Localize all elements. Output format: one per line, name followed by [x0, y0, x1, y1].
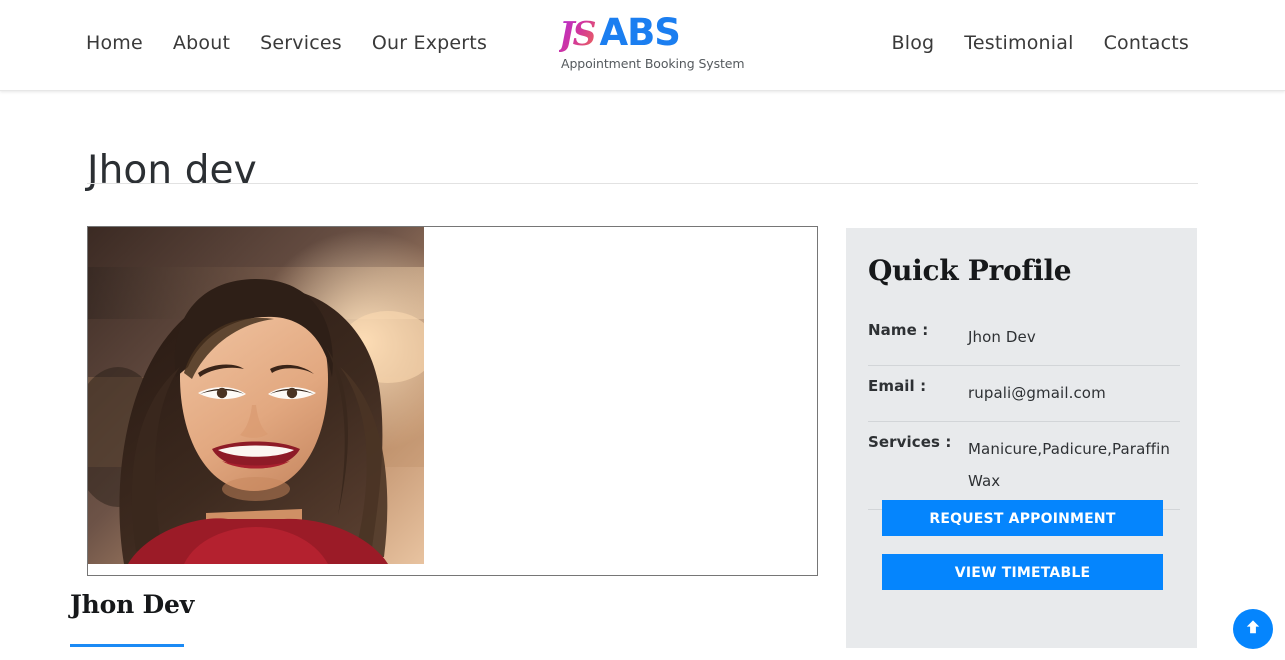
quick-profile-sidebar: Quick Profile Name : Jhon Dev Email : ru…: [846, 228, 1197, 648]
view-timetable-button[interactable]: VIEW TIMETABLE: [882, 554, 1163, 590]
logo-abs-text: ABS: [599, 11, 680, 54]
nav-item-services[interactable]: Services: [260, 32, 342, 54]
profile-row-name: Name : Jhon Dev: [868, 310, 1180, 366]
site-header: Home About Services Our Experts JS ABS A…: [0, 0, 1285, 91]
scroll-to-top-button[interactable]: [1233, 609, 1273, 649]
logo-wordmark: JS ABS: [559, 11, 681, 54]
title-divider: [87, 183, 1198, 184]
nav-item-our-experts[interactable]: Our Experts: [372, 32, 487, 54]
primary-nav-left: Home About Services Our Experts: [86, 32, 487, 54]
nav-item-testimonial[interactable]: Testimonial: [964, 32, 1073, 54]
arrow-up-icon: [1243, 617, 1263, 641]
logo-tagline: Appointment Booking System: [561, 56, 745, 71]
expert-name: Jhon Dev: [70, 590, 195, 619]
quick-profile-table: Name : Jhon Dev Email : rupali@gmail.com…: [868, 310, 1180, 510]
expert-photo: [88, 227, 424, 564]
nav-item-contacts[interactable]: Contacts: [1104, 32, 1189, 54]
profile-row-services: Services : Manicure,Padicure,Paraffin Wa…: [868, 422, 1180, 510]
profile-row-email: Email : rupali@gmail.com: [868, 366, 1180, 422]
profile-value-name: Jhon Dev: [968, 328, 1036, 346]
nav-item-home[interactable]: Home: [86, 32, 143, 54]
profile-value-email: rupali@gmail.com: [968, 384, 1106, 402]
page-title: Jhon dev: [87, 148, 257, 194]
quick-profile-actions: REQUEST APPOINMENT VIEW TIMETABLE: [882, 500, 1163, 590]
profile-label-services: Services :: [868, 433, 952, 451]
profile-label-name: Name :: [868, 321, 929, 339]
expert-photo-panel: [87, 226, 818, 576]
primary-nav-right: Blog Testimonial Contacts: [891, 32, 1189, 54]
request-appointment-button[interactable]: REQUEST APPOINMENT: [882, 500, 1163, 536]
expert-name-underline: [70, 644, 184, 647]
profile-label-email: Email :: [868, 377, 927, 395]
profile-value-services: Manicure,Padicure,Paraffin Wax: [968, 440, 1170, 490]
site-logo[interactable]: JS ABS Appointment Booking System: [559, 11, 745, 76]
quick-profile-title: Quick Profile: [868, 254, 1072, 287]
logo-monogram-icon: JS: [559, 16, 599, 52]
nav-item-blog[interactable]: Blog: [891, 32, 934, 54]
nav-item-about[interactable]: About: [173, 32, 230, 54]
